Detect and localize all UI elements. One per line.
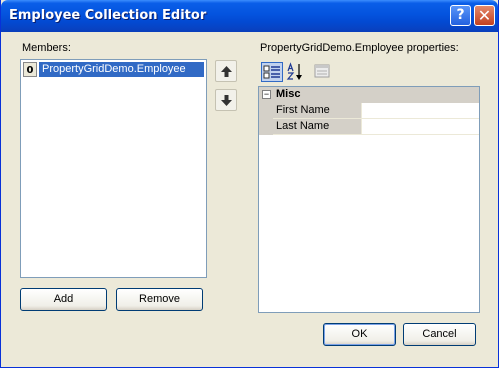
property-grid[interactable]: − Misc First Name Last Name (258, 86, 480, 313)
property-name: First Name (273, 103, 362, 119)
title-bar[interactable]: Employee Collection Editor ? ✕ (1, 0, 498, 32)
sort-alphabetical-icon (286, 62, 302, 80)
close-button[interactable]: ✕ (474, 5, 495, 26)
property-value-field[interactable] (362, 103, 479, 119)
property-name: Last Name (273, 119, 362, 135)
list-item-index: 0 (23, 62, 37, 77)
ok-button[interactable]: OK (323, 323, 396, 346)
property-pages-icon (314, 64, 330, 78)
move-up-button[interactable] (215, 60, 237, 82)
members-label: Members: (22, 42, 71, 54)
property-row-first-name[interactable]: First Name (259, 103, 479, 119)
dialog-window: Employee Collection Editor ? ✕ Members: … (0, 0, 499, 368)
move-down-button[interactable] (215, 89, 237, 111)
categorized-icon (263, 65, 280, 79)
category-row-misc[interactable]: − Misc (259, 87, 479, 103)
arrow-down-icon (221, 95, 232, 106)
alphabetical-view-button[interactable] (285, 62, 307, 82)
window-title: Employee Collection Editor (9, 8, 207, 23)
properties-label: PropertyGridDemo.Employee properties: (260, 42, 459, 54)
category-name: Misc (276, 88, 301, 100)
arrow-up-icon (221, 66, 232, 77)
list-item[interactable]: 0 PropertyGridDemo.Employee (23, 62, 204, 77)
property-pages-button[interactable] (313, 62, 335, 82)
members-listbox[interactable]: 0 PropertyGridDemo.Employee (20, 59, 207, 278)
row-margin (259, 119, 273, 135)
categorized-view-button[interactable] (261, 62, 283, 82)
cancel-button[interactable]: Cancel (403, 323, 476, 346)
list-item-text: PropertyGridDemo.Employee (39, 62, 204, 77)
row-margin (259, 103, 273, 119)
help-button[interactable]: ? (450, 5, 471, 26)
remove-button[interactable]: Remove (116, 288, 203, 311)
add-button[interactable]: Add (20, 288, 107, 311)
collapse-toggle-icon[interactable]: − (262, 90, 271, 99)
property-value-field[interactable] (362, 119, 479, 135)
property-row-last-name[interactable]: Last Name (259, 119, 479, 135)
